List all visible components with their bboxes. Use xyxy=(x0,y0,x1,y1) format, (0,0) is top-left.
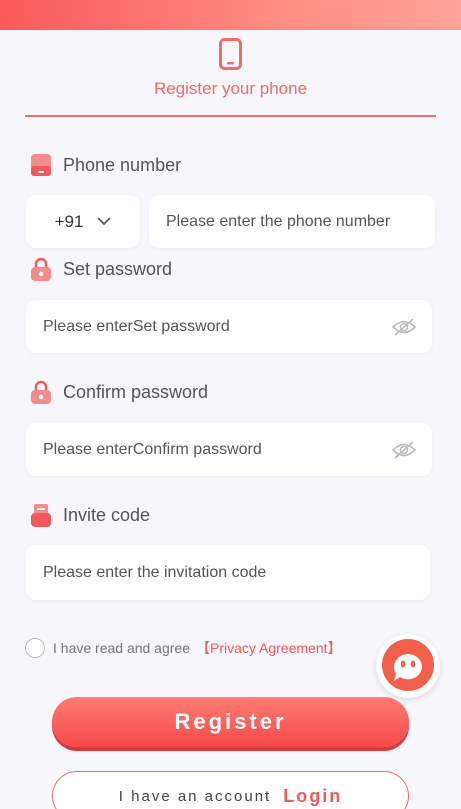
confirm-password-input[interactable]: Please enterConfirm password xyxy=(26,423,432,476)
agreement-row: I have read and agree 【Privacy Agreement… xyxy=(25,638,342,658)
agree-checkbox[interactable] xyxy=(25,638,45,658)
eye-hidden-icon[interactable] xyxy=(392,317,416,336)
lock-icon xyxy=(31,257,51,281)
privacy-agreement-link[interactable]: 【Privacy Agreement】 xyxy=(196,638,342,658)
chat-bubble-icon xyxy=(382,639,434,691)
login-button[interactable]: I have an account Login xyxy=(52,771,409,809)
phone-icon xyxy=(31,154,51,176)
tab-underline xyxy=(25,115,436,117)
lock-icon xyxy=(31,380,51,404)
invite-code-label: Invite code xyxy=(30,503,150,527)
chat-support-button[interactable] xyxy=(376,634,440,698)
country-code-value: +91 xyxy=(54,211,84,231)
invite-envelope-icon xyxy=(31,504,51,527)
login-link[interactable]: Login xyxy=(283,786,342,807)
tab-register-phone[interactable]: Register your phone xyxy=(0,79,461,99)
top-gradient-bar xyxy=(0,0,461,30)
chevron-down-icon xyxy=(97,217,111,226)
invite-code-input[interactable]: Please enter the invitation code xyxy=(26,545,430,600)
phone-number-label: Phone number xyxy=(30,153,181,177)
confirm-password-label: Confirm password xyxy=(30,380,208,404)
mobile-phone-icon xyxy=(219,38,242,70)
country-code-select[interactable]: +91 xyxy=(26,195,140,248)
eye-hidden-icon[interactable] xyxy=(392,440,416,459)
agreement-text: I have read and agree xyxy=(53,640,190,656)
phone-number-input[interactable]: Please enter the phone number xyxy=(149,195,435,248)
register-button[interactable]: Register xyxy=(52,697,409,747)
have-account-text: I have an account xyxy=(118,787,272,805)
set-password-label: Set password xyxy=(30,257,172,281)
set-password-input[interactable]: Please enterSet password xyxy=(26,300,432,353)
